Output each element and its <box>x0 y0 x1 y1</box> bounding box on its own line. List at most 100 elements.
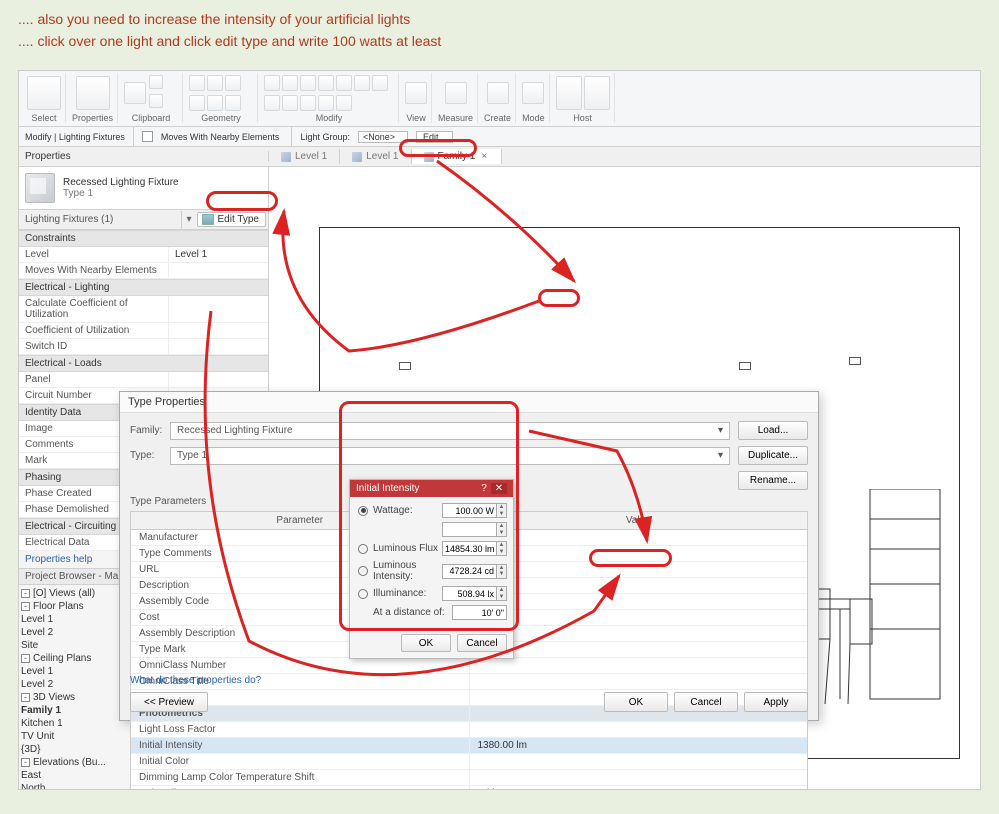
prop-row[interactable]: Moves With Nearby Elements <box>19 263 268 279</box>
lumint-radio[interactable] <box>358 566 368 576</box>
param-row[interactable]: Color FilterWhite <box>131 786 807 790</box>
preview-button[interactable]: << Preview <box>130 692 208 712</box>
cut-geom-icon[interactable] <box>207 75 223 91</box>
edit-family-icon[interactable] <box>556 76 582 110</box>
tab-family1[interactable]: Family 1× <box>412 149 503 164</box>
prop-row[interactable]: Switch ID <box>19 339 268 355</box>
param-row[interactable]: OmniClass Number <box>131 658 807 674</box>
prop-row[interactable]: Calculate Coefficient of Utilization <box>19 296 268 323</box>
rename-button[interactable]: Rename... <box>738 471 808 490</box>
spinner-icon[interactable]: ▲▼ <box>497 503 507 518</box>
modify-tool[interactable] <box>27 76 61 110</box>
ceiling-light[interactable] <box>399 362 411 370</box>
prop-group-header: Electrical - Loads <box>19 355 268 372</box>
tp-ok-button[interactable]: OK <box>604 692 668 712</box>
type-selector[interactable]: Recessed Lighting Fixture Type 1 <box>19 167 268 209</box>
modify-icon[interactable] <box>264 95 280 111</box>
modify-icon[interactable] <box>282 95 298 111</box>
tab-level1-a[interactable]: Level 1 <box>269 149 340 164</box>
ribbon-grp-measure: Measure <box>438 113 473 123</box>
spinner-icon[interactable]: ▲▼ <box>497 522 507 537</box>
modify-icon[interactable] <box>282 75 298 91</box>
wattage-label: Wattage: <box>373 505 442 516</box>
wattage-input[interactable] <box>442 503 497 518</box>
mode-icon[interactable] <box>522 82 544 104</box>
tab-level1-b[interactable]: Level 1 <box>340 149 411 164</box>
prop-group-header: Constraints <box>19 230 268 247</box>
spinner-icon[interactable]: ▲▼ <box>497 564 507 579</box>
pick-new-host-icon[interactable] <box>584 76 610 110</box>
illum-radio[interactable] <box>358 589 368 599</box>
prop-row[interactable]: Panel <box>19 372 268 388</box>
close-icon[interactable]: ✕ <box>491 483 507 494</box>
modify-context-bar: Modify | Lighting Fixtures Moves With Ne… <box>19 127 980 147</box>
distance-input[interactable] <box>452 605 507 620</box>
moves-checkbox[interactable] <box>142 131 153 142</box>
paste-icon[interactable] <box>124 82 146 104</box>
type-dropdown-icon[interactable]: ▾ <box>181 211 195 229</box>
close-tab-icon[interactable]: × <box>479 152 489 162</box>
lumflux-radio[interactable] <box>358 544 368 554</box>
ribbon-grp-host: Host <box>573 113 592 123</box>
ribbon-grp-view: View <box>406 113 425 123</box>
lightgroup-dropdown[interactable]: <None> <box>358 131 408 143</box>
view-icon <box>281 152 291 162</box>
copy-icon[interactable] <box>149 94 163 108</box>
moves-label: Moves With Nearby Elements <box>161 132 280 142</box>
spinner-icon[interactable]: ▲▼ <box>497 541 507 556</box>
modify-icon[interactable] <box>354 75 370 91</box>
family-dropdown[interactable]: Recessed Lighting Fixture▾ <box>170 422 730 440</box>
properties-tab-hdr: Properties <box>19 151 269 162</box>
modify-icon[interactable] <box>318 95 334 111</box>
edit-type-button[interactable]: Edit Type <box>197 212 266 227</box>
ceiling-light[interactable] <box>739 362 751 370</box>
modify-icon[interactable] <box>372 75 388 91</box>
modify-icon[interactable] <box>300 75 316 91</box>
geom-icon-3[interactable] <box>225 95 241 111</box>
modify-icon[interactable] <box>336 95 352 111</box>
param-row[interactable]: Initial Intensity1380.00 lm <box>131 738 807 754</box>
tp-cancel-button[interactable]: Cancel <box>674 692 738 712</box>
measure-icon[interactable] <box>445 82 467 104</box>
illum-input[interactable] <box>442 586 497 601</box>
illum-label: Illuminance: <box>373 588 442 599</box>
intensity-ok-button[interactable]: OK <box>401 634 451 652</box>
geom-icon-2[interactable] <box>207 95 223 111</box>
wattage-radio[interactable] <box>358 506 368 516</box>
prop-row[interactable]: LevelLevel 1 <box>19 247 268 263</box>
modify-icon[interactable] <box>336 75 352 91</box>
duplicate-button[interactable]: Duplicate... <box>738 446 808 465</box>
cut-icon[interactable] <box>149 75 163 89</box>
modify-icon[interactable] <box>264 75 280 91</box>
param-row[interactable]: Dimming Lamp Color Temperature Shift <box>131 770 807 786</box>
param-row[interactable]: Initial Color <box>131 754 807 770</box>
view-icon[interactable] <box>405 82 427 104</box>
lumint-input[interactable] <box>442 564 497 579</box>
param-row[interactable]: Light Loss Factor <box>131 722 807 738</box>
modify-icon[interactable] <box>300 95 316 111</box>
chevron-down-icon: ▾ <box>718 425 723 436</box>
spinner-icon[interactable]: ▲▼ <box>497 586 507 601</box>
geom-icon[interactable] <box>189 95 205 111</box>
what-properties-link[interactable]: What do these properties do? <box>130 675 261 686</box>
chevron-down-icon: ▾ <box>718 450 723 461</box>
cope-icon[interactable] <box>189 75 205 91</box>
load-button[interactable]: Load... <box>738 421 808 440</box>
create-icon[interactable] <box>487 82 509 104</box>
ceiling-light[interactable] <box>849 357 861 365</box>
view-icon <box>352 152 362 162</box>
help-icon[interactable]: ? <box>477 483 491 494</box>
join-icon[interactable] <box>225 75 241 91</box>
type-dropdown[interactable]: Type 1▾ <box>170 447 730 465</box>
intensity-cancel-button[interactable]: Cancel <box>457 634 507 652</box>
ribbon-grp-mode: Mode <box>522 113 545 123</box>
tp-apply-button[interactable]: Apply <box>744 692 808 712</box>
modify-icon[interactable] <box>318 75 334 91</box>
ribbon-grp-modify: Modify <box>316 113 343 123</box>
lightgroup-edit[interactable]: Edit... <box>416 131 453 143</box>
lumflux-input[interactable] <box>442 541 497 556</box>
prop-row[interactable]: Coefficient of Utilization <box>19 323 268 339</box>
properties-btn[interactable] <box>76 76 110 110</box>
ribbon-grp-select: Select <box>31 113 56 123</box>
efficacy-input[interactable] <box>442 522 497 537</box>
